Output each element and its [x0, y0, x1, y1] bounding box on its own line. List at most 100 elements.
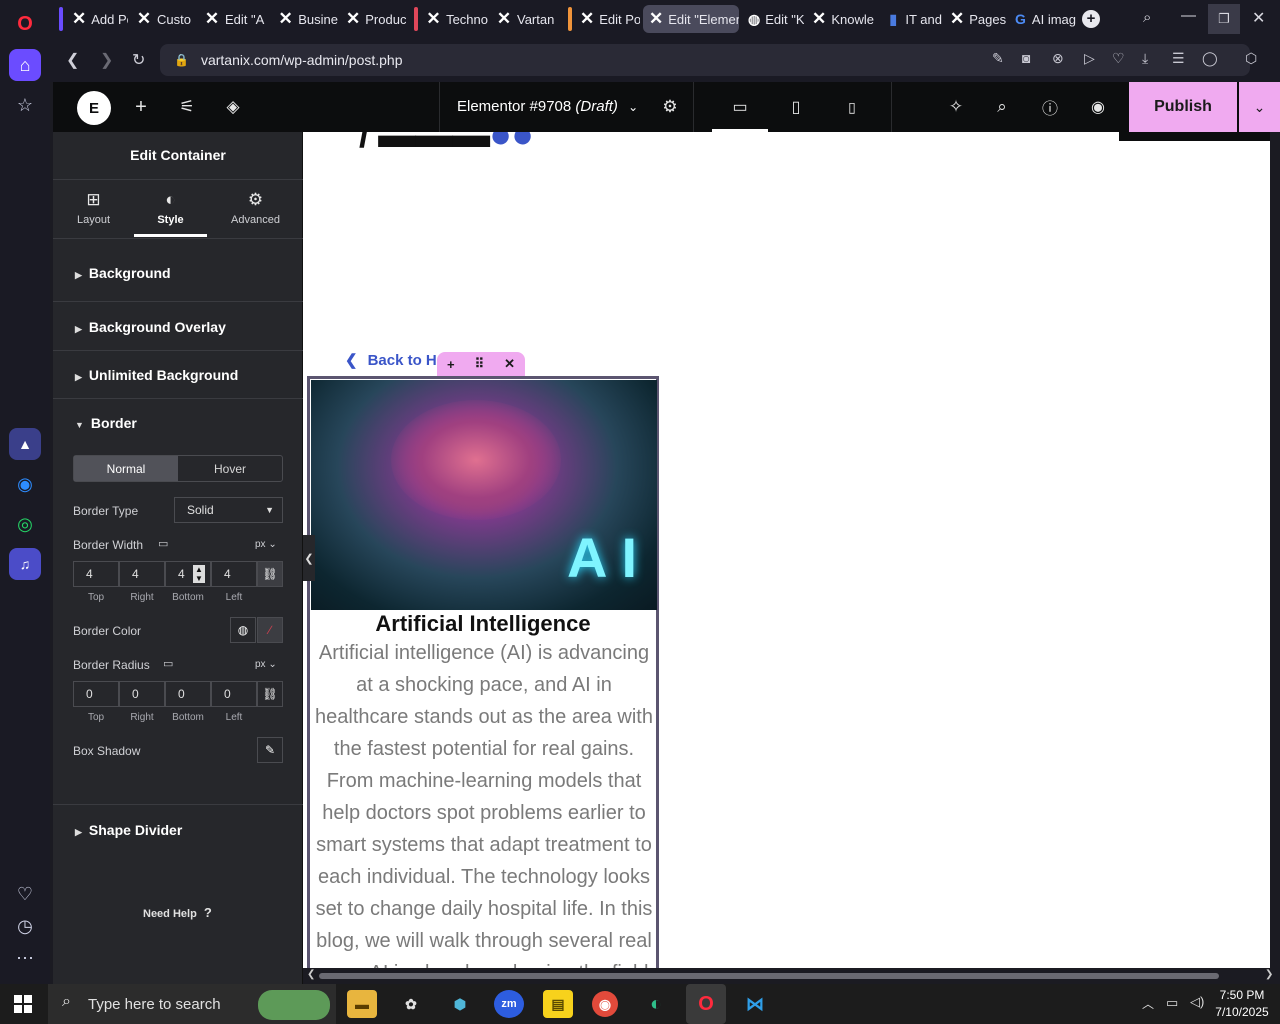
desktop-view-icon[interactable]: ▭ — [727, 94, 753, 120]
snapshot-icon[interactable]: ◙ — [1022, 50, 1030, 66]
border-radius-top-input[interactable]: 0 — [73, 681, 119, 707]
tab[interactable]: ✕Add Po — [66, 5, 128, 33]
notifications-icon[interactable]: ✧ — [943, 94, 969, 120]
preview-eye-icon[interactable]: ◉ — [1085, 94, 1111, 120]
tab[interactable]: ✕ Edit "A — [198, 5, 270, 33]
tab[interactable]: ✕ Vartan — [490, 5, 556, 33]
aria-icon[interactable]: ▲ — [9, 428, 41, 460]
radius-unit-select[interactable]: px ⌄ — [255, 659, 277, 670]
tab-active[interactable]: ✕ Edit "Elemen — [643, 5, 739, 33]
app-hexagon-icon[interactable]: ⬢ — [445, 990, 475, 1018]
tab[interactable]: ▮ IT and — [880, 5, 942, 33]
vscode-icon[interactable]: ⋈ — [740, 990, 770, 1018]
minimize-icon[interactable]: — — [1181, 7, 1196, 24]
selected-container[interactable]: AI Artificial Intelligence Artificial in… — [307, 376, 659, 968]
border-normal-tab[interactable]: Normal — [74, 456, 178, 481]
responsive-desktop-icon[interactable]: ▭ — [163, 657, 173, 670]
close-window-icon[interactable]: ✕ — [1252, 8, 1265, 28]
zoom-app-icon[interactable]: zm — [494, 990, 524, 1018]
sticky-notes-icon[interactable]: ▤ — [543, 990, 573, 1018]
publish-button[interactable]: Publish — [1129, 82, 1237, 132]
show-hidden-icons-icon[interactable]: ︿ — [1142, 995, 1154, 1012]
music-player-icon[interactable]: ♫ — [9, 548, 41, 580]
page-settings-gear-icon[interactable]: ⚙ — [657, 94, 683, 120]
windows-start-icon[interactable] — [14, 995, 32, 1013]
tab-style[interactable]: ◐ Style — [133, 190, 208, 226]
new-tab-plus-icon[interactable]: + — [1082, 10, 1100, 28]
global-colors-icon[interactable]: ◍ — [230, 617, 256, 643]
border-radius-right-input[interactable]: 0 — [119, 681, 165, 707]
tab[interactable]: ✕ Edit Po — [574, 5, 640, 33]
structure-layers-icon[interactable]: ◈ — [220, 94, 246, 120]
scroll-right-icon[interactable]: ❯ — [1265, 969, 1273, 980]
speed-dial-icon[interactable]: ☆ — [9, 89, 41, 121]
border-type-select[interactable]: Solid ▼ — [174, 497, 283, 523]
tablet-view-icon[interactable]: ▯ — [783, 94, 809, 120]
border-radius-bottom-input[interactable]: 0 — [165, 681, 211, 707]
collapse-panel-icon[interactable]: ❮ — [303, 535, 315, 581]
border-hover-tab[interactable]: Hover — [178, 456, 282, 481]
network-icon[interactable]: ▭ — [1166, 995, 1178, 1011]
document-title[interactable]: Elementor #9708 (Draft) ⌄ — [457, 98, 638, 115]
border-width-left-input[interactable]: 4 — [211, 561, 257, 587]
site-settings-icon[interactable]: ⚟ — [174, 94, 200, 120]
elementor-logo-icon[interactable]: E — [77, 91, 111, 125]
edge-icon[interactable]: ◐ — [641, 990, 671, 1018]
vertical-scrollbar[interactable] — [1270, 132, 1280, 968]
border-radius-left-input[interactable]: 0 — [211, 681, 257, 707]
easy-setup-icon[interactable]: ☰ — [1172, 50, 1185, 67]
clock[interactable]: 7:50 PM 7/10/2025 — [1212, 987, 1272, 1021]
need-help-link[interactable]: Need Help ? — [143, 905, 212, 920]
tab[interactable]: ✕ Busine — [272, 5, 339, 33]
back-to-home-link[interactable]: ❮ Back to Hor — [345, 351, 452, 369]
reload-icon[interactable]: ↻ — [132, 50, 145, 70]
section-border[interactable]: ▼ Border — [53, 398, 303, 446]
profile-icon[interactable]: ◯ — [1202, 50, 1218, 67]
home-icon[interactable]: ⌂ — [9, 49, 41, 81]
add-element-icon[interactable]: + — [128, 94, 154, 120]
tab[interactable]: ✕ Knowle — [806, 5, 874, 33]
extensions-icon[interactable]: ⬡ — [1245, 50, 1257, 67]
color-picker-swatch[interactable]: ∕ — [257, 617, 283, 643]
publish-options-chevron-icon[interactable]: ⌄ — [1239, 82, 1280, 132]
more-icon[interactable]: ⋯ — [9, 942, 41, 974]
opera-taskbar-icon[interactable]: O — [686, 984, 726, 1024]
taskbar-search-box[interactable]: ⌕ Type here to search — [48, 984, 336, 1024]
file-explorer-icon[interactable]: ▬ — [347, 990, 377, 1018]
delete-container-icon[interactable]: ✕ — [504, 356, 515, 372]
my-flow-heart-icon[interactable]: ♡ — [1112, 50, 1125, 67]
responsive-desktop-icon[interactable]: ▭ — [158, 537, 168, 550]
drag-handle-icon[interactable]: ⠿ — [475, 356, 485, 372]
finder-search-icon[interactable]: ⌕ — [989, 94, 1015, 120]
forward-icon[interactable]: ❯ — [100, 50, 113, 70]
horizontal-scrollbar[interactable]: ❮ ❯ — [303, 968, 1280, 984]
link-values-icon[interactable]: ⛓ — [257, 561, 283, 587]
chrome-icon[interactable]: ◉ — [592, 991, 618, 1017]
volume-icon[interactable]: ◁) — [1190, 994, 1204, 1010]
paint-app-icon[interactable]: ✿ — [396, 990, 426, 1018]
tab-layout[interactable]: ⊞ Layout — [56, 190, 131, 226]
tab[interactable]: ✕ Produc — [340, 5, 406, 33]
tab[interactable]: ✕ Techno — [420, 5, 488, 33]
add-container-icon[interactable]: + — [447, 357, 455, 372]
edit-pencil-icon[interactable]: ✎ — [257, 737, 283, 763]
downloads-icon[interactable]: ⤓ — [1142, 50, 1148, 67]
border-width-right-input[interactable]: 4 — [119, 561, 165, 587]
tab[interactable]: G AI imag — [1008, 5, 1076, 33]
messenger-icon[interactable]: ◉ — [9, 468, 41, 500]
number-spinner-icon[interactable]: ▲ ▼ — [193, 565, 205, 583]
opera-logo-icon[interactable]: O — [9, 8, 41, 40]
restore-icon[interactable]: ❐ — [1208, 4, 1240, 34]
play-icon[interactable]: ▷ — [1084, 50, 1095, 67]
tab-advanced[interactable]: ⚙ Advanced — [218, 190, 293, 226]
edit-page-icon[interactable]: ✎ — [992, 50, 1004, 67]
tab[interactable]: ◍ Edit "K — [742, 5, 804, 33]
back-icon[interactable]: ❮ — [66, 50, 79, 70]
history-icon[interactable]: ◷ — [9, 910, 41, 942]
border-width-bottom-input[interactable]: 4 ▲ ▼ — [165, 561, 211, 587]
width-unit-select[interactable]: px ⌄ — [255, 539, 277, 550]
heart-icon[interactable]: ♡ — [9, 878, 41, 910]
section-unlimited-background[interactable]: ▶ Unlimited Background — [53, 350, 303, 398]
section-shape-divider[interactable]: ▶ Shape Divider — [53, 804, 303, 854]
link-values-icon[interactable]: ⛓ — [257, 681, 283, 707]
